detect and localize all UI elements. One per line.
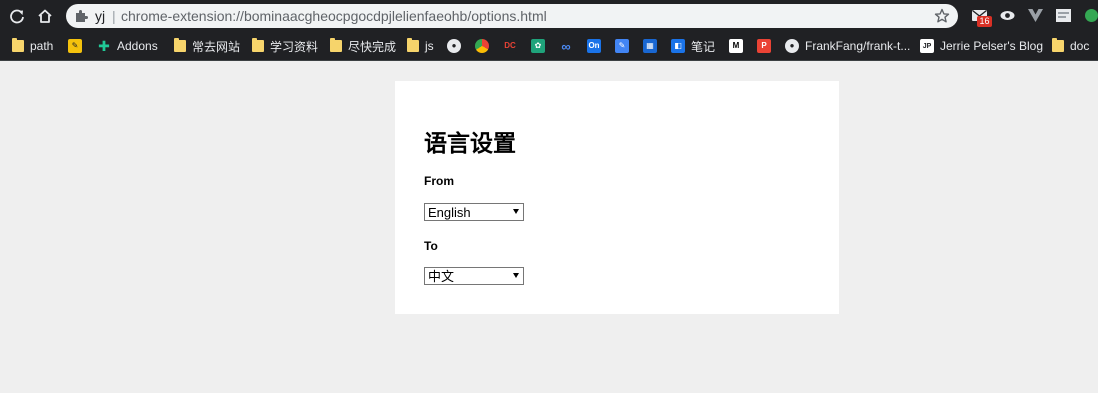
options-card: 语言设置 From English To 中文 xyxy=(395,81,839,314)
folder-icon xyxy=(330,38,342,52)
blue-site-icon: ◧ xyxy=(671,39,685,53)
from-language-value: English xyxy=(428,205,471,220)
p-icon: P xyxy=(757,39,771,53)
bookmark-label: path xyxy=(30,39,54,53)
puzzle-icon: ✚ xyxy=(98,38,110,54)
folder-icon xyxy=(252,38,264,52)
mail-badge: 16 xyxy=(977,16,992,27)
bookmark-label: FrankFang/frank-t... xyxy=(805,39,911,53)
jp-icon: JP xyxy=(920,39,934,53)
to-label: To xyxy=(424,239,438,253)
omnibox-separator: | xyxy=(112,8,116,24)
infinity-icon: ∞ xyxy=(561,38,571,54)
bookmark-label: js xyxy=(425,39,434,53)
bookmark-blue-pen[interactable]: ✎ xyxy=(615,32,629,60)
to-language-select[interactable]: 中文 xyxy=(424,267,524,285)
chrome-icon xyxy=(475,39,489,53)
bookmark-todo-soon[interactable]: 尽快完成 xyxy=(330,32,396,60)
bookmark-label: doc xyxy=(1070,39,1090,53)
bookmark-label: 尽快完成 xyxy=(348,39,397,54)
green-circle-extension-icon[interactable] xyxy=(1083,7,1098,24)
github-icon: ● xyxy=(447,39,461,53)
bookmark-p[interactable]: P xyxy=(757,32,771,60)
browser-toolbar: yj | chrome-extension://bominaacgheocpgo… xyxy=(0,0,1098,32)
folder-icon xyxy=(12,38,24,52)
yellow-pen-icon: ✎ xyxy=(68,39,82,53)
bookmark-chrome[interactable] xyxy=(475,32,489,60)
bookmark-frequent-sites[interactable]: 常去网站 xyxy=(174,32,240,60)
github-icon: ● xyxy=(785,39,799,53)
home-icon[interactable] xyxy=(35,6,55,26)
eye-extension-icon[interactable] xyxy=(999,7,1016,24)
from-label: From xyxy=(424,174,454,188)
bookmark-label: 学习资料 xyxy=(270,39,319,54)
bookmark-label: 常去网站 xyxy=(192,39,241,54)
omnibox-host: yj xyxy=(95,8,106,24)
omnibox[interactable]: yj | chrome-extension://bominaacgheocpgo… xyxy=(66,4,958,28)
folder-icon xyxy=(407,38,419,52)
bookmark-doc[interactable]: doc xyxy=(1052,32,1089,60)
bookmark-frankfang[interactable]: ● FrankFang/frank-t... xyxy=(785,32,910,60)
bookmark-infinity[interactable]: ∞ xyxy=(559,32,573,60)
medium-icon: M xyxy=(729,39,743,53)
blue-pen-icon: ✎ xyxy=(615,39,629,53)
bookmark-label: 笔记 xyxy=(691,39,716,54)
bookmark-notes[interactable]: ◧ 笔记 xyxy=(671,32,715,60)
page-ruler-extension-icon[interactable] xyxy=(1055,7,1072,24)
reload-icon[interactable] xyxy=(7,6,27,26)
bookmark-js[interactable]: js xyxy=(407,32,434,60)
dropdown-arrow-icon xyxy=(513,209,519,214)
page-title: 语言设置 xyxy=(424,130,516,156)
bookmark-label: Jerrie Pelser's Blog xyxy=(940,39,1043,53)
extension-puzzle-icon xyxy=(76,10,88,22)
bookmarks-bar: path ✎ ✚ Addons 常去网站 学习资料 尽快完成 js ● DC ✿… xyxy=(0,32,1098,61)
folder-icon xyxy=(1052,38,1064,52)
bookmark-github-1[interactable]: ● xyxy=(447,32,461,60)
green-leaf-icon: ✿ xyxy=(531,39,545,53)
on-icon: On xyxy=(587,39,601,53)
bookmark-blue-grid[interactable]: ▦ xyxy=(643,32,657,60)
bookmark-jerrie-pelser[interactable]: JP Jerrie Pelser's Blog xyxy=(920,32,1043,60)
omnibox-url[interactable]: chrome-extension://bominaacgheocpgocdpjl… xyxy=(121,8,547,24)
to-language-value: 中文 xyxy=(428,269,455,284)
grid-icon: ▦ xyxy=(643,39,657,53)
bookmark-on[interactable]: On xyxy=(587,32,601,60)
bookmark-dc[interactable]: DC xyxy=(503,32,517,60)
bookmark-path[interactable]: path xyxy=(12,32,53,60)
from-language-select[interactable]: English xyxy=(424,203,524,221)
bookmark-label: Addons xyxy=(117,39,158,53)
bookmark-pen[interactable]: ✎ xyxy=(68,32,82,60)
dc-icon: DC xyxy=(503,39,517,53)
bookmark-medium[interactable]: M xyxy=(729,32,743,60)
bookmark-green-site[interactable]: ✿ xyxy=(531,32,545,60)
vue-devtools-icon[interactable] xyxy=(1027,7,1044,24)
dropdown-arrow-icon xyxy=(513,273,519,278)
bookmark-study-materials[interactable]: 学习资料 xyxy=(252,32,318,60)
folder-icon xyxy=(174,38,186,52)
bookmark-star-icon[interactable] xyxy=(934,8,950,24)
bookmark-addons[interactable]: ✚ Addons xyxy=(97,32,158,60)
